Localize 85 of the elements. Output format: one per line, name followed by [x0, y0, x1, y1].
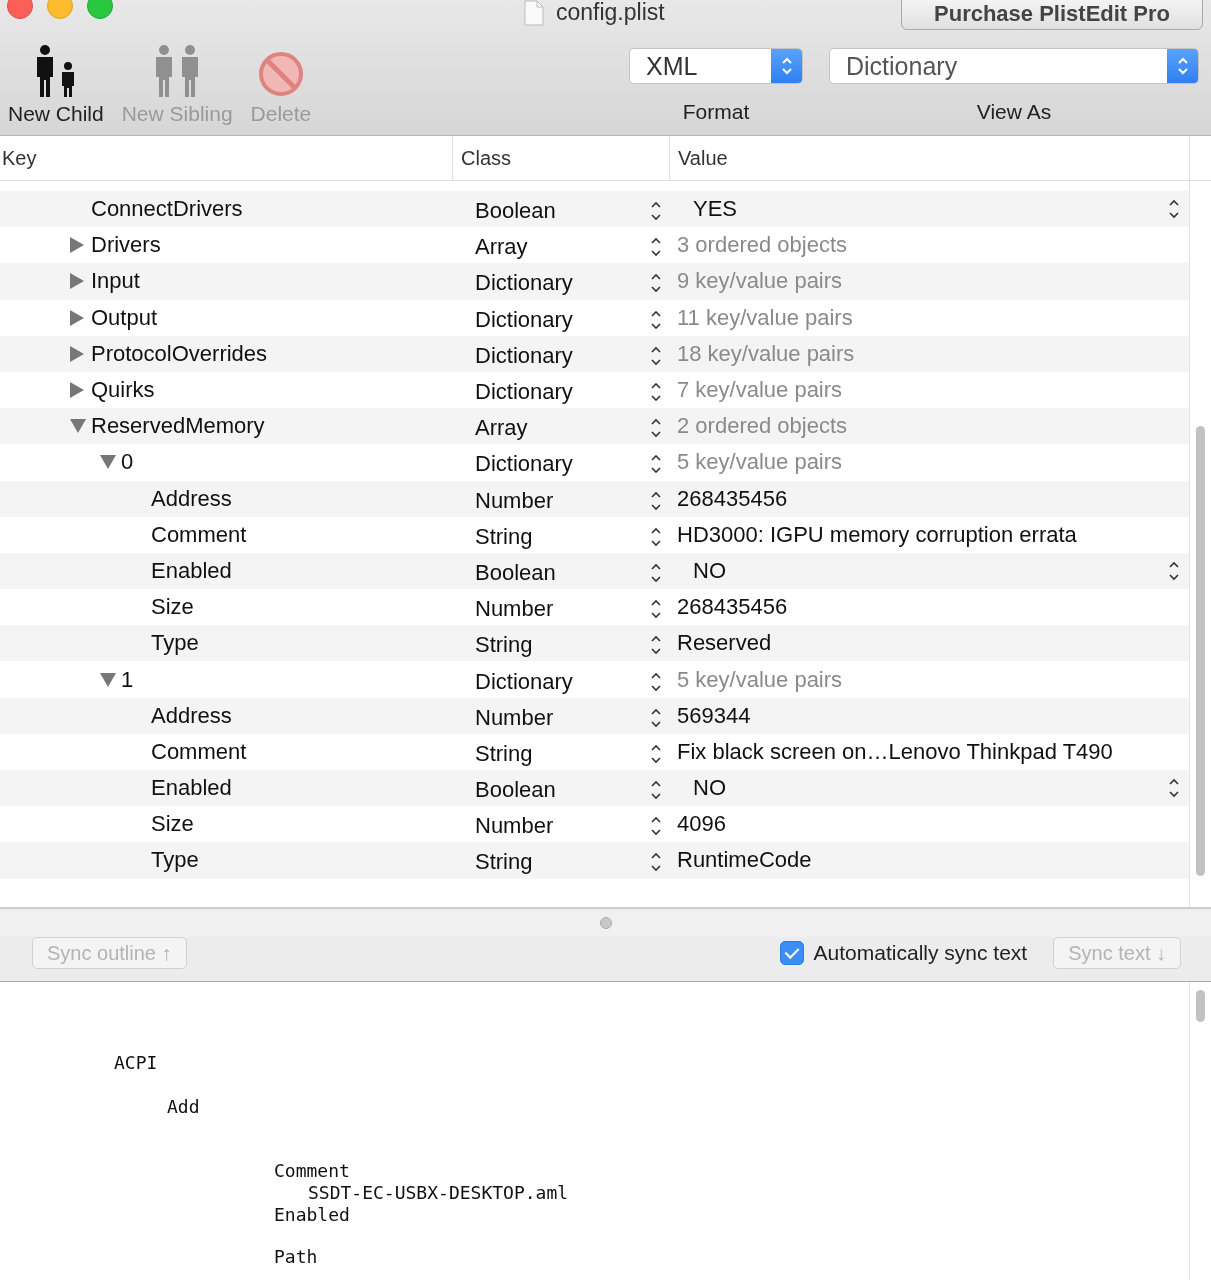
view-as-popup[interactable]: Dictionary	[829, 48, 1199, 84]
class-cell: Boolean	[475, 198, 556, 225]
auto-sync-label: Automatically sync text	[813, 941, 1028, 965]
column-header[interactable]: Key	[0, 136, 453, 180]
key-cell: Drivers	[91, 232, 161, 259]
class-cell: Array	[475, 415, 528, 442]
class-cell: String	[475, 523, 533, 550]
class-cell: Number	[475, 596, 554, 623]
checkbox[interactable]	[779, 941, 804, 965]
disclosure-triangle-icon[interactable]	[70, 419, 86, 434]
class-cell: Number	[475, 487, 554, 514]
column-header[interactable]: Class	[453, 136, 670, 180]
value-cell: YES	[693, 196, 738, 223]
value-cell: Reserved	[677, 630, 772, 657]
value-cell: 7 key/value pairs	[677, 377, 843, 404]
value-cell: 268435456	[677, 485, 788, 512]
value-cell: 3 ordered objects	[677, 232, 847, 259]
split-handle[interactable]	[599, 917, 612, 929]
key-cell: ProtocolOverrides	[91, 340, 268, 367]
up-down-icon	[1175, 55, 1190, 77]
key-cell: 1	[121, 666, 134, 693]
class-cell: Dictionary	[475, 306, 573, 333]
value-cell: 2 ordered objects	[677, 413, 847, 440]
class-cell: Boolean	[475, 777, 556, 804]
class-cell: Dictionary	[475, 379, 573, 406]
disclosure-triangle-icon[interactable]	[70, 273, 84, 290]
key-cell: Quirks	[91, 377, 155, 404]
disclosure-triangle-icon[interactable]	[70, 345, 84, 362]
scrollbar-thumb[interactable]	[1196, 426, 1205, 876]
class-cell: Boolean	[475, 559, 556, 586]
class-cell: String	[475, 632, 533, 659]
code-line: Path	[274, 1246, 318, 1267]
key-cell: Type	[151, 847, 199, 874]
code-line: ACPI	[114, 1052, 158, 1073]
scrollbar-thumb[interactable]	[1196, 990, 1205, 1022]
value-cell: 5 key/value pairs	[677, 449, 843, 476]
class-cell: String	[475, 740, 533, 767]
value-cell: 569344	[677, 702, 751, 729]
code-line: Add	[167, 1096, 200, 1117]
key-cell: Enabled	[151, 557, 232, 584]
class-cell: Dictionary	[475, 342, 573, 369]
format-label: Format	[682, 100, 750, 124]
class-cell: String	[475, 849, 533, 876]
window-title: config.plist	[556, 0, 665, 26]
column-header[interactable]: Value	[670, 136, 1190, 180]
code-line: Enabled	[274, 1204, 350, 1225]
value-cell: HD3000: IGPU memory corruption errata	[677, 521, 1077, 548]
class-cell: Number	[475, 704, 554, 731]
class-cell: Array	[475, 234, 528, 261]
value-cell: NO	[693, 775, 726, 802]
value-cell: 18 key/value pairs	[677, 340, 855, 367]
value-cell: 5 key/value pairs	[677, 666, 843, 693]
format-popup[interactable]: XML	[629, 48, 803, 84]
view-as-label: View As	[976, 100, 1052, 124]
key-cell: Address	[151, 485, 232, 512]
key-cell: 0	[121, 449, 134, 476]
code-line: Comment	[274, 1160, 350, 1181]
key-cell: Output	[91, 304, 158, 331]
key-cell: Size	[151, 811, 194, 838]
value-cell: Fix black screen on…Lenovo Thinkpad T490	[677, 738, 1113, 765]
value-cell: 11 key/value pairs	[677, 304, 853, 331]
value-cell: RuntimeCode	[677, 847, 812, 874]
key-cell: Address	[151, 702, 232, 729]
new-child-button[interactable]: New Child	[8, 30, 104, 136]
code-line: SSDT-EC-USBX-DESKTOP.aml	[308, 1182, 569, 1203]
class-cell: Dictionary	[475, 451, 573, 478]
class-cell: Number	[475, 813, 554, 840]
close-button[interactable]	[7, 0, 33, 19]
value-cell: 4096	[677, 811, 726, 838]
key-cell: ReservedMemory	[91, 413, 265, 440]
key-cell: Size	[151, 594, 194, 621]
key-cell: ConnectDrivers	[91, 196, 243, 223]
class-cell: Dictionary	[475, 270, 573, 297]
key-cell: Enabled	[151, 775, 232, 802]
prohibited-icon	[256, 50, 305, 98]
class-cell: Dictionary	[475, 668, 573, 695]
key-cell: Comment	[151, 521, 247, 548]
key-cell: Type	[151, 630, 199, 657]
key-cell: Input	[91, 268, 140, 295]
value-cell: 9 key/value pairs	[677, 268, 843, 295]
up-down-icon	[779, 55, 794, 77]
purchase-button[interactable]: Purchase PlistEdit Pro	[901, 0, 1203, 30]
key-cell: Comment	[151, 738, 247, 765]
value-cell: NO	[693, 557, 726, 584]
value-cell: 268435456	[677, 594, 788, 621]
